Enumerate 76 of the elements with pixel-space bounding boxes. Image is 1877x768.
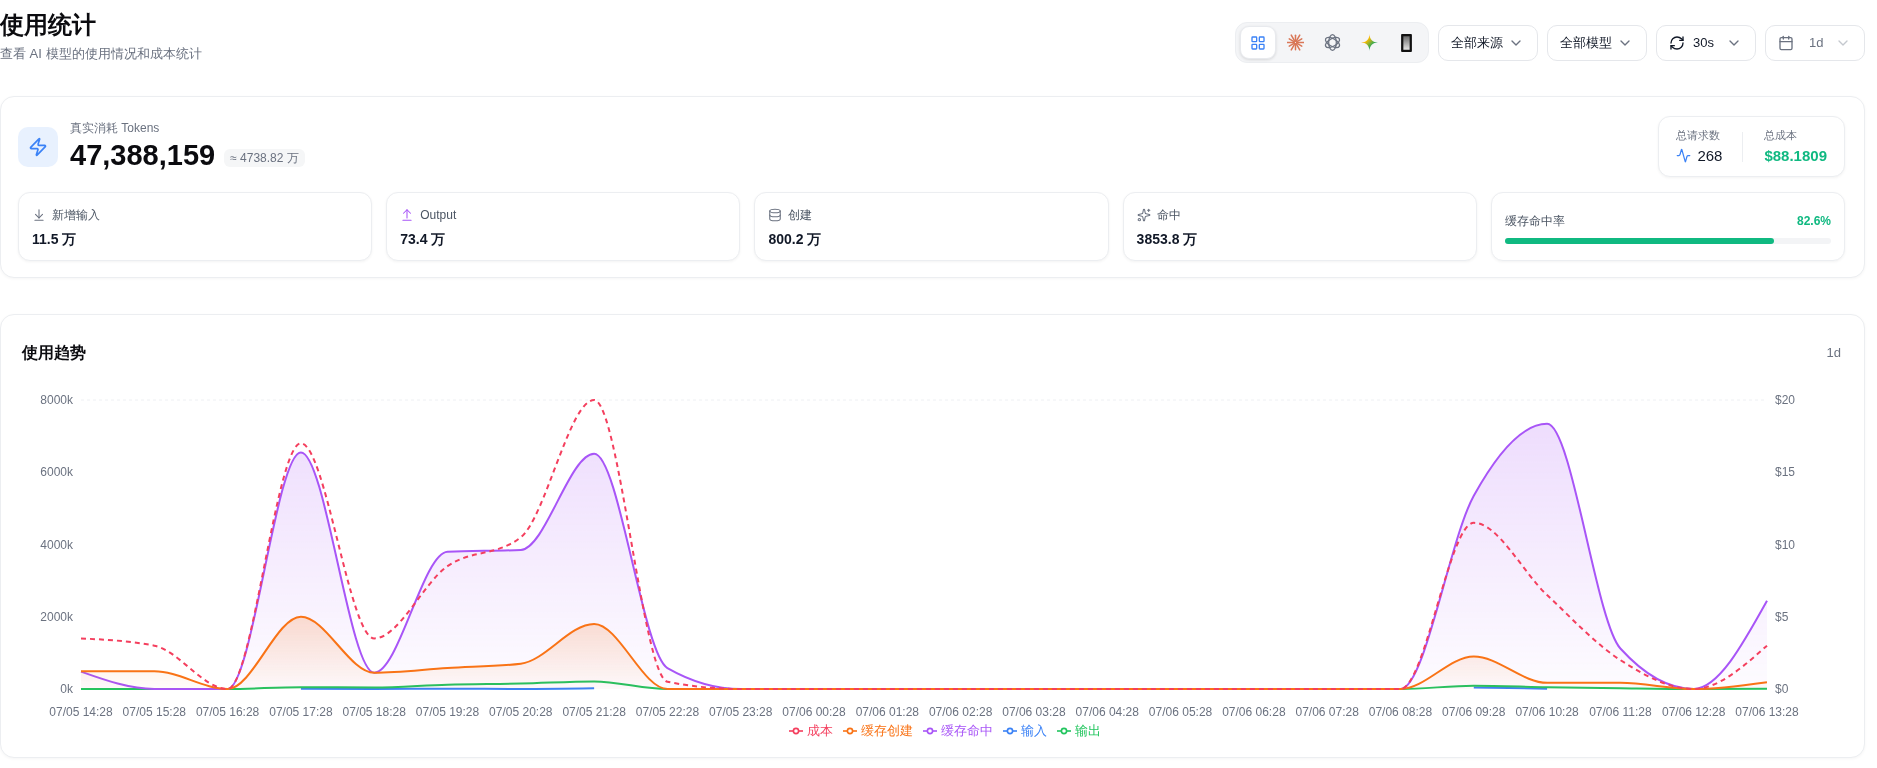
cost-value: $88.1809	[1764, 145, 1827, 166]
hit-rate-label: 缓存命中率	[1504, 213, 1565, 229]
y-axis-label: 0k	[60, 682, 73, 696]
y-axis-label: 4000k	[40, 537, 73, 552]
y-axis-label: $15	[1775, 465, 1796, 480]
refresh-icon	[1669, 34, 1685, 51]
lightning-icon	[18, 126, 58, 167]
metric-value: 73.4 万	[400, 230, 447, 249]
total-tokens-label: 真实消耗 Tokens	[70, 120, 161, 136]
total-tokens-value: 47,388,159	[70, 138, 216, 173]
cost-label: 总成本	[1764, 127, 1799, 142]
y-axis-label: 6000k	[40, 465, 73, 480]
metric-label: 新增输入	[52, 207, 100, 223]
metric-value: 800.2 万	[768, 230, 823, 249]
x-axis-label: 07/05 21:28	[562, 705, 626, 719]
x-axis-label: 07/05 20:28	[489, 705, 553, 719]
legend-label: 缓存命中	[940, 723, 993, 739]
legend-label: 成本	[806, 723, 833, 739]
y-axis-label: 8000k	[40, 393, 73, 407]
dropdown[interactable]: 30s	[1656, 24, 1756, 61]
x-axis-label: 07/06 09:28	[1442, 705, 1506, 719]
knot-icon	[1323, 34, 1341, 51]
calendar-icon	[1778, 34, 1794, 51]
x-axis-label: 07/06 06:28	[1222, 705, 1286, 719]
metric-value: 3853.8 万	[1136, 230, 1199, 249]
sparkles-icon	[1136, 208, 1151, 222]
legend-label: 输入	[1020, 723, 1047, 739]
x-axis-label: 07/06 05:28	[1148, 705, 1213, 719]
x-axis-label: 07/05 15:28	[122, 705, 186, 719]
x-axis-label: 07/06 10:28	[1515, 705, 1579, 719]
y-axis-label: $10	[1775, 537, 1796, 552]
four-point-star-icon	[1360, 34, 1378, 51]
approx-value-pill: ≈ 4738.82 万	[224, 149, 305, 167]
upload-icon	[400, 208, 415, 222]
requests-label: 总请求数	[1676, 127, 1722, 142]
hit-rate-reading: 82.6%	[1796, 213, 1831, 229]
x-axis-label: 07/06 00:28	[782, 705, 846, 719]
y-axis-label: $5	[1775, 609, 1789, 624]
x-axis-label: 07/05 14:28	[49, 705, 113, 719]
metric-label: Output	[420, 207, 457, 223]
trend-title: 使用趋势	[22, 343, 86, 363]
trend-range: 1d	[1826, 344, 1841, 362]
download-icon	[32, 208, 46, 222]
x-axis-label: 07/05 22:28	[635, 705, 700, 719]
x-axis-label: 07/06 11:28	[1589, 705, 1652, 719]
x-axis-label: 07/06 04:28	[1075, 705, 1139, 719]
y-axis-label: $0	[1775, 682, 1789, 696]
metric-label: 创建	[788, 207, 813, 223]
dropdown[interactable]: 全部模型	[1547, 24, 1647, 61]
tile-icon	[1400, 33, 1412, 52]
x-axis-label: 07/06 03:28	[1002, 705, 1066, 719]
x-axis-label: 07/06 07:28	[1295, 705, 1359, 719]
metric-value: 11.5 万	[32, 230, 78, 249]
starburst-icon	[1286, 34, 1304, 51]
x-axis-label: 07/06 02:28	[928, 705, 993, 719]
x-axis-label: 07/06 13:28	[1735, 705, 1799, 719]
database-icon	[768, 208, 783, 222]
x-axis-label: 07/06 08:28	[1368, 705, 1433, 719]
x-axis-label: 07/05 17:28	[269, 705, 333, 719]
page-subtitle: 查看 AI 模型的使用情况和成本统计	[0, 45, 202, 63]
y-axis-label: 2000k	[40, 609, 73, 624]
x-axis-label: 07/05 23:28	[709, 705, 773, 719]
x-axis-label: 07/06 12:28	[1662, 705, 1726, 719]
legend-label: 缓存创建	[860, 723, 913, 739]
y-axis-label: $20	[1775, 393, 1796, 407]
grid-icon	[1250, 34, 1266, 51]
x-axis-label: 07/06 01:28	[855, 705, 920, 719]
x-axis-label: 07/05 16:28	[195, 705, 260, 719]
metric-label: 命中	[1156, 207, 1181, 223]
requests-value: 268	[1697, 145, 1723, 166]
activity-icon	[1676, 148, 1692, 163]
x-axis-label: 07/05 19:28	[415, 705, 480, 719]
page-title: 使用统计	[0, 10, 97, 40]
dropdown[interactable]: 全部来源	[1438, 24, 1538, 61]
legend-label: 输出	[1074, 723, 1101, 739]
x-axis-label: 07/05 18:28	[342, 705, 406, 719]
